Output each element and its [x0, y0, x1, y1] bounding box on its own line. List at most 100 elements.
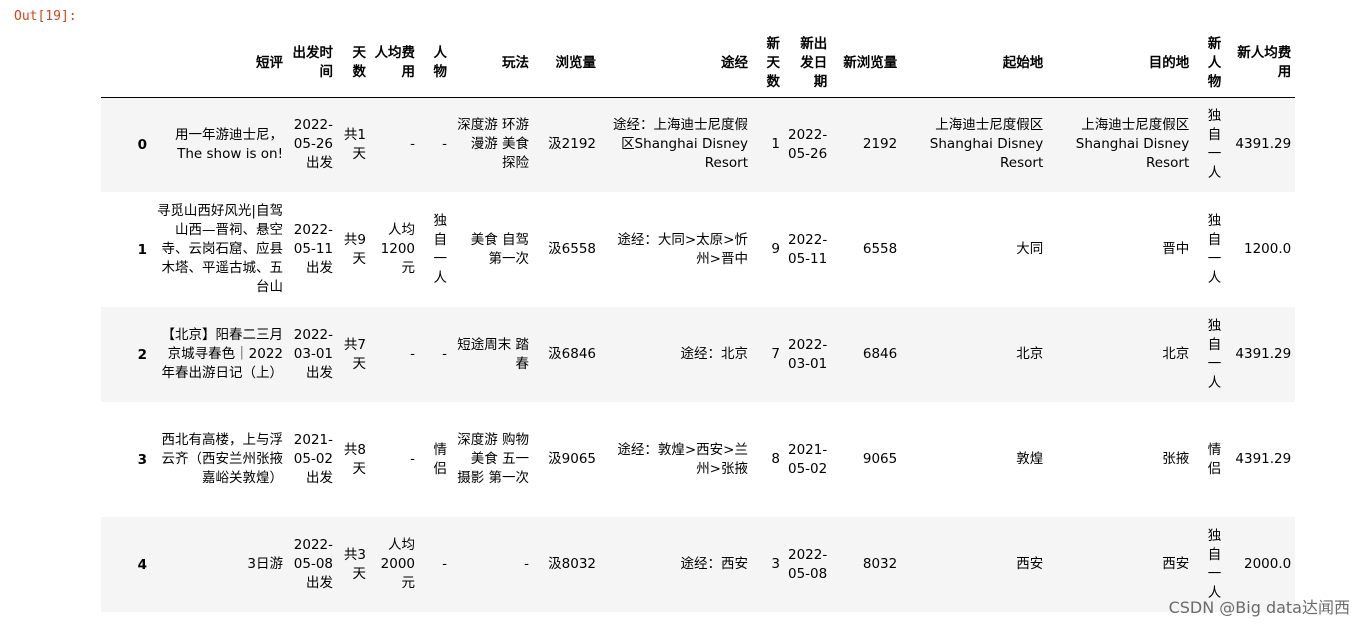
table-row: 1 寻觅山西好风光|自驾山西—晋祠、悬空寺、云岗石窟、应县木塔、平遥古城、五台山 2… [101, 192, 1295, 307]
table-cell: 4391.29 [1235, 136, 1292, 153]
table-cell: 晋中 [1162, 241, 1190, 257]
table-cell: 北京 [1162, 346, 1190, 362]
table-cell: 深度游 环游 漫游 美食 探险 [457, 117, 529, 172]
table-cell: 2022-05-26出发 [293, 117, 333, 172]
table-cell: 4391.29 [1235, 451, 1292, 467]
table-cell: 2022-05-26 [788, 126, 828, 162]
table-cell: - [410, 451, 415, 467]
column-header: 目的地 [1047, 30, 1194, 98]
table-cell: 汲8032 [548, 556, 596, 572]
table-cell: 北京 [1016, 346, 1044, 362]
table-cell: 短途周末 踏春 [457, 336, 529, 372]
table-cell: - [442, 346, 447, 362]
table-cell: - [410, 346, 415, 362]
table-cell: - [410, 136, 415, 153]
table-cell: 3日游 [247, 556, 283, 572]
column-header: 新天数 [752, 30, 784, 98]
table-cell: 9 [771, 241, 780, 257]
column-header: 玩法 [451, 30, 533, 98]
table-cell: 上海迪士尼度假区Shanghai Disney Resort [929, 117, 1044, 172]
row-index: 4 [137, 556, 147, 573]
table-cell: 大同 [1016, 241, 1044, 257]
table-cell: - [442, 136, 447, 153]
table-cell: 1200.0 [1243, 241, 1292, 257]
table-cell: 4391.29 [1235, 346, 1292, 362]
table-cell: 途经：西安 [680, 556, 749, 572]
header-row: 短评 出发时间 天数 人均费用 人物 玩法 浏览量 途经 新天数 新出发日期 新… [101, 30, 1296, 98]
table-cell: 6558 [862, 241, 898, 257]
table-row: 3 西北有高楼，上与浮云齐（西安兰州张掖嘉峪关敦煌） 2021-05-02出发 共8天… [101, 402, 1295, 517]
column-header: 人物 [419, 30, 451, 98]
table-cell: 8032 [862, 556, 898, 572]
table-cell: 2022-05-11出发 [293, 222, 333, 276]
table-cell: 西北有高楼，上与浮云齐（西安兰州张掖嘉峪关敦煌） [161, 432, 284, 486]
watermark: CSDN @Big data达闻西 [1168, 598, 1350, 617]
row-index: 2 [137, 346, 147, 363]
table-cell: 6846 [862, 346, 898, 362]
column-header: 新浏览量 [831, 30, 902, 98]
table-cell: 西安 [1016, 556, 1044, 572]
table-cell: 独自一人 [1207, 107, 1222, 181]
table-cell: 【北京】阳春二三月 京城寻春色｜2022年春出游日记（上） [161, 327, 284, 381]
table-cell: 8 [771, 451, 780, 467]
table-cell: 途经：北京 [680, 346, 749, 362]
table-cell: 美食 自驾 第一次 [470, 231, 529, 267]
table-cell: 3 [771, 556, 780, 572]
table-cell: 独自一人 [433, 212, 448, 286]
table-cell: 2022-03-01出发 [293, 327, 333, 381]
column-header: 新人物 [1193, 30, 1226, 98]
table-cell: 汲6558 [548, 241, 596, 257]
table-row: 4 3日游 2022-05-08出发 共3天 人均2000元 - - 汲8032 途经：西安 3 2… [101, 517, 1296, 612]
table-cell: 2021-05-02 [788, 441, 828, 477]
table-cell: 深度游 购物 美食 五一 摄影 第一次 [457, 432, 529, 486]
table-cell: 人均1200元 [380, 222, 415, 276]
table-cell: 2192 [862, 136, 898, 153]
table-cell: 敦煌 [1016, 451, 1044, 467]
table-cell: 上海迪士尼度假区Shanghai Disney Resort [1075, 117, 1190, 172]
table-row: 0 用一年游迪士尼，The show is on! 2022-05-26出发 共1天 -… [101, 97, 1296, 192]
table-cell: 张掖 [1162, 451, 1190, 467]
table-cell: 共3天 [343, 546, 366, 582]
column-header: 起始地 [901, 30, 1048, 98]
column-header: 浏览量 [533, 30, 600, 98]
table-cell: 2022-05-11 [788, 231, 828, 267]
table-cell: - [524, 556, 529, 572]
table-cell: 汲2192 [548, 136, 596, 153]
table-cell: 途经：大同>太原>忻州>晋中 [617, 231, 748, 267]
row-index: 1 [137, 241, 147, 258]
table-cell: 2022-05-08出发 [293, 537, 333, 591]
column-header: 新出发日期 [784, 30, 832, 98]
table-cell: 独自一人 [1207, 212, 1222, 286]
table-cell: 情侣 [433, 441, 448, 477]
table-cell: 共8天 [343, 441, 366, 477]
column-header: 天数 [337, 30, 370, 98]
column-header: 人均费用 [370, 30, 419, 98]
output-prompt: Out[19]: [14, 9, 77, 24]
table-cell: 2021-05-02出发 [293, 432, 333, 486]
table-cell: 途经：敦煌>西安>兰州>张掖 [617, 441, 748, 477]
row-index: 0 [137, 136, 147, 153]
table-cell: 汲9065 [548, 451, 596, 467]
table-row: 2 【北京】阳春二三月 京城寻春色｜2022年春出游日记（上） 2022-03-01… [101, 307, 1296, 402]
table-cell: 汲6846 [548, 346, 596, 362]
table-cell: 用一年游迪士尼，The show is on! [175, 126, 283, 162]
dataframe-table: 短评 出发时间 天数 人均费用 人物 玩法 浏览量 途经 新天数 新出发日期 新… [101, 30, 1296, 612]
table-cell: 人均2000元 [380, 537, 415, 591]
row-index: 3 [137, 451, 147, 468]
column-header: 途经 [600, 30, 752, 98]
index-header [101, 30, 151, 98]
column-header: 短评 [151, 30, 287, 98]
table-cell: 9065 [862, 451, 898, 467]
table-cell: 途经：上海迪士尼度假区Shanghai Disney Resort [613, 117, 748, 172]
table-cell: 共7天 [343, 336, 366, 372]
table-cell: 共1天 [343, 126, 366, 162]
column-header: 新人均费用 [1225, 30, 1296, 98]
table-cell: 寻觅山西好风光|自驾山西—晋祠、悬空寺、云岗石窟、应县木塔、平遥古城、五台山 [156, 203, 283, 295]
table-cell: 2022-05-08 [788, 546, 828, 582]
table-cell: - [442, 556, 447, 572]
table-cell: 7 [771, 346, 780, 362]
table-cell: 2022-03-01 [788, 336, 828, 372]
table-cell: 独自一人 [1207, 317, 1222, 391]
table-cell: 1 [771, 136, 780, 153]
column-header: 出发时间 [287, 30, 337, 98]
